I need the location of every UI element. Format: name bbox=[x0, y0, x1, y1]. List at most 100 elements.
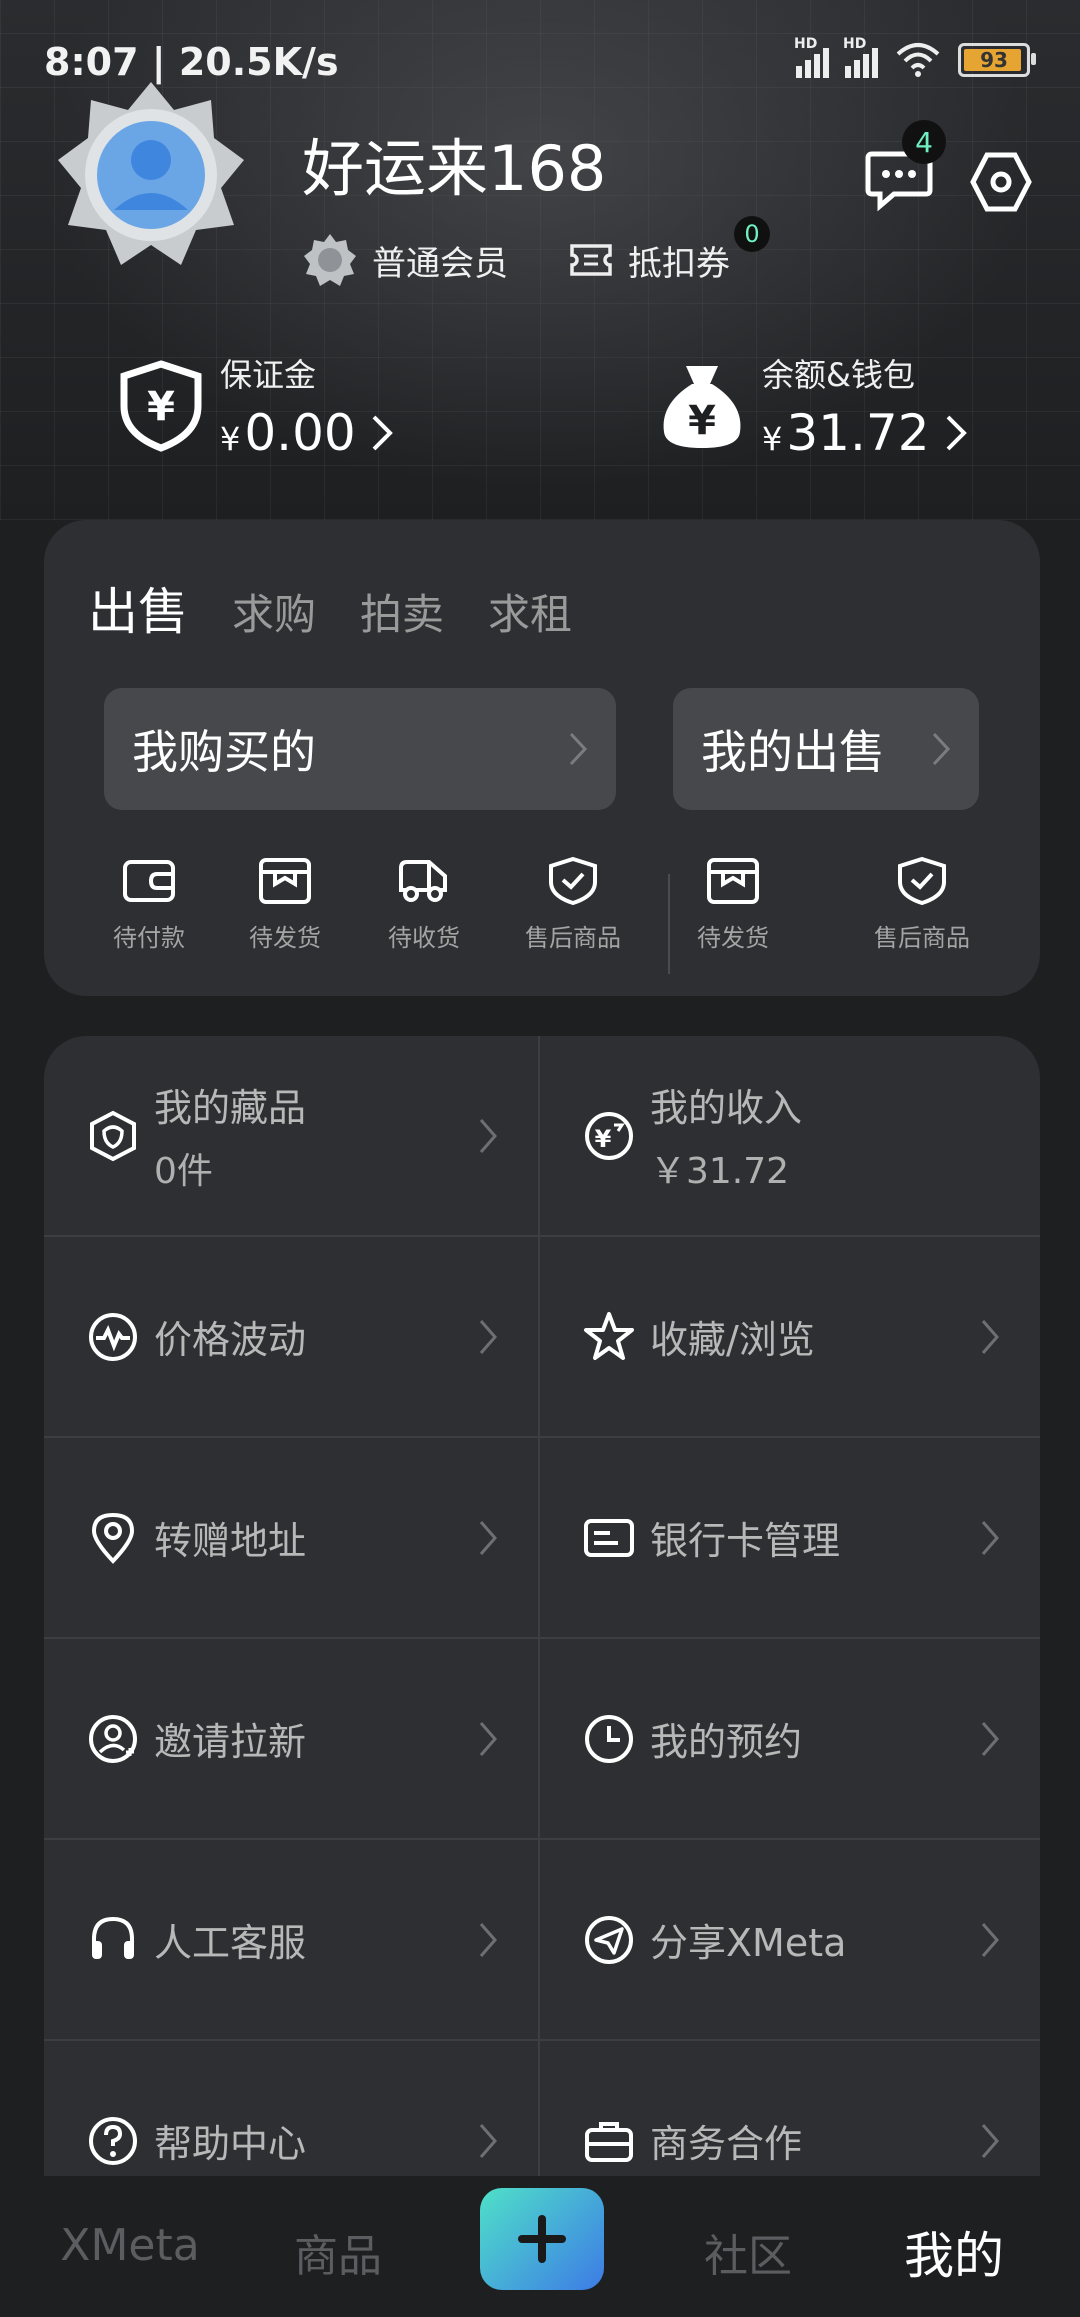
menu-item-label: 价格波动 bbox=[154, 1318, 307, 1362]
shield-check-icon bbox=[898, 856, 946, 906]
menu-item-label: 收藏/浏览 bbox=[650, 1318, 815, 1362]
chevron-right-icon bbox=[981, 1721, 999, 1756]
settings-icon[interactable] bbox=[970, 151, 1032, 213]
menu-item[interactable]: 我的藏品 0件 bbox=[44, 1036, 540, 1237]
sale-after-sales[interactable]: 售后商品 bbox=[862, 856, 982, 953]
svg-text:¥: ¥ bbox=[595, 1125, 612, 1153]
wallet-amount: 31.72 bbox=[786, 404, 930, 462]
shield-check-icon bbox=[549, 856, 597, 906]
tab-xmeta[interactable]: XMeta bbox=[60, 2220, 199, 2271]
menu-item[interactable]: 价格波动 bbox=[44, 1237, 540, 1438]
chevron-right-icon bbox=[479, 1319, 497, 1354]
shield-yuan-icon: ¥ bbox=[120, 360, 202, 452]
tab-sell[interactable]: 出售 bbox=[88, 572, 188, 644]
signal-icon: HD bbox=[843, 36, 878, 78]
menu-item[interactable]: 转赠地址 bbox=[44, 1438, 540, 1639]
member-row: 普通会员 抵扣券 0 bbox=[302, 215, 790, 288]
menu-item-label: 我的藏品 bbox=[154, 1086, 307, 1130]
trade-tabs: 出售 求购 拍卖 求租 bbox=[88, 572, 572, 644]
income-icon: ¥ bbox=[585, 1111, 633, 1160]
price-wave-icon bbox=[89, 1312, 137, 1361]
chevron-right-icon bbox=[479, 1118, 497, 1153]
menu-item[interactable]: 商务合作 bbox=[540, 2041, 1040, 2176]
menu-item-label: 帮助中心 bbox=[154, 2122, 307, 2166]
my-purchases-button[interactable]: 我购买的 bbox=[104, 688, 616, 810]
menu-item-value: 0件 bbox=[154, 1151, 213, 1192]
my-sales-label: 我的出售 bbox=[701, 725, 885, 779]
location-icon bbox=[91, 1512, 135, 1564]
avatar[interactable] bbox=[56, 80, 246, 270]
headset-icon bbox=[92, 1916, 134, 1959]
chevron-right-icon bbox=[479, 1721, 497, 1756]
my-purchases-label: 我购买的 bbox=[132, 725, 316, 779]
tab-rent-request[interactable]: 求租 bbox=[488, 581, 572, 642]
tab-products[interactable]: 商品 bbox=[294, 2220, 382, 2284]
chevron-right-icon bbox=[569, 732, 588, 766]
member-level[interactable]: 普通会员 bbox=[302, 232, 508, 288]
pending-receipt[interactable]: 待收货 bbox=[364, 856, 484, 953]
package-icon bbox=[259, 858, 311, 904]
chevron-right-icon bbox=[479, 1922, 497, 1957]
menu-item-label: 银行卡管理 bbox=[650, 1519, 841, 1563]
wallet-label: 余额&钱包 bbox=[762, 356, 915, 394]
sale-pending-shipment[interactable]: 待发货 bbox=[673, 856, 793, 953]
deposit-amount: 0.00 bbox=[244, 404, 356, 462]
wallet-icon bbox=[123, 860, 175, 902]
chevron-right-icon bbox=[932, 732, 951, 766]
menu-item[interactable]: 帮助中心 bbox=[44, 2041, 540, 2176]
menu-item-label: 商务合作 bbox=[650, 2122, 803, 2166]
pending-shipment[interactable]: 待发货 bbox=[225, 856, 345, 953]
menu-grid: 我的藏品 0件 ¥ 我的收入 ￥31.72 价格波动 收藏/浏览转赠地址 银行卡管理邀请拉新 我… bbox=[44, 1036, 1040, 2176]
tab-mine[interactable]: 我的 bbox=[904, 2216, 1004, 2288]
svg-text:¥: ¥ bbox=[147, 384, 175, 430]
tab-buy-request[interactable]: 求购 bbox=[232, 581, 316, 642]
member-badge-icon bbox=[304, 234, 356, 286]
my-sales-button[interactable]: 我的出售 bbox=[673, 688, 979, 810]
star-icon bbox=[584, 1311, 634, 1360]
briefcase-icon bbox=[585, 2121, 633, 2162]
menu-item[interactable]: 邀请拉新 bbox=[44, 1639, 540, 1840]
package-icon bbox=[707, 858, 759, 904]
ticket-icon bbox=[570, 244, 612, 276]
menu-item-label: 转赠地址 bbox=[154, 1519, 307, 1563]
menu-item-label: 我的收入 bbox=[650, 1086, 803, 1130]
menu-item[interactable]: 分享XMeta bbox=[540, 1840, 1040, 2041]
wallet-entry[interactable]: ¥ 余额&钱包 ¥31.72 bbox=[656, 350, 968, 462]
tab-auction[interactable]: 拍卖 bbox=[360, 581, 444, 642]
username: 好运来168 bbox=[302, 132, 607, 205]
battery-level: 93 bbox=[980, 48, 1008, 72]
pending-payment[interactable]: 待付款 bbox=[89, 856, 209, 953]
wifi-icon bbox=[896, 43, 940, 77]
menu-item[interactable]: 我的预约 bbox=[540, 1639, 1040, 1840]
menu-item[interactable]: 人工客服 bbox=[44, 1840, 540, 2041]
publish-button[interactable] bbox=[480, 2188, 604, 2290]
tab-community[interactable]: 社区 bbox=[704, 2220, 792, 2284]
divider bbox=[668, 874, 670, 974]
chevron-right-icon bbox=[479, 1520, 497, 1555]
chevron-right-icon bbox=[981, 1922, 999, 1957]
invite-user-icon bbox=[89, 1714, 137, 1763]
message-count-badge: 4 bbox=[902, 120, 946, 164]
status-time-speed: 8:07 | 20.5K/s bbox=[44, 40, 339, 84]
menu-item-label: 邀请拉新 bbox=[154, 1720, 307, 1764]
bank-card-icon bbox=[584, 1518, 634, 1557]
after-sales[interactable]: 售后商品 bbox=[513, 856, 633, 953]
bottom-tab-bar: XMeta 商品 社区 我的 bbox=[0, 2176, 1080, 2317]
menu-item-label: 我的预约 bbox=[650, 1720, 803, 1764]
header-actions: 4 bbox=[864, 120, 1032, 216]
coupon-entry[interactable]: 抵扣券 0 bbox=[568, 215, 770, 285]
messages-button[interactable]: 4 bbox=[864, 120, 946, 216]
coupon-label: 抵扣券 bbox=[628, 243, 730, 284]
menu-card: 我的藏品 0件 ¥ 我的收入 ￥31.72 价格波动 收藏/浏览转赠地址 银行卡管理邀请拉新 我… bbox=[44, 1036, 1040, 2176]
menu-item[interactable]: 银行卡管理 bbox=[540, 1438, 1040, 1639]
menu-item[interactable]: ¥ 我的收入 ￥31.72 bbox=[540, 1036, 1040, 1237]
menu-item[interactable]: 收藏/浏览 bbox=[540, 1237, 1040, 1438]
share-icon bbox=[585, 1915, 633, 1964]
deposit-entry[interactable]: ¥ 保证金 ¥0.00 bbox=[116, 350, 394, 462]
member-level-label: 普通会员 bbox=[372, 243, 508, 284]
chevron-right-icon bbox=[372, 415, 393, 451]
menu-item-label: 人工客服 bbox=[154, 1921, 307, 1965]
chevron-right-icon bbox=[946, 415, 967, 451]
menu-item-value: ￥31.72 bbox=[650, 1151, 790, 1192]
clock-icon bbox=[585, 1714, 633, 1763]
